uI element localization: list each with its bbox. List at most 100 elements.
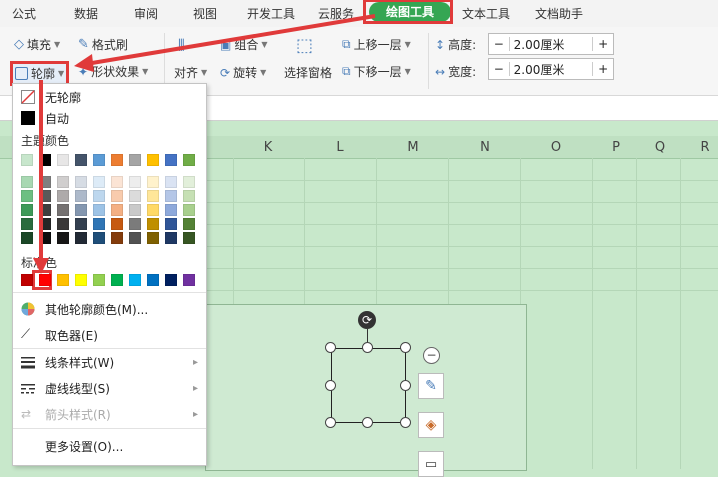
theme-shade-swatch[interactable]	[39, 190, 51, 202]
standard-color-swatch[interactable]	[183, 274, 195, 286]
resize-handle[interactable]	[362, 417, 373, 428]
resize-handle[interactable]	[400, 380, 411, 391]
theme-color-swatch[interactable]	[147, 154, 159, 166]
theme-shade-swatch[interactable]	[57, 176, 69, 188]
theme-color-swatch[interactable]	[111, 154, 123, 166]
theme-shade-swatch[interactable]	[93, 232, 105, 244]
column-header[interactable]: N	[455, 140, 515, 155]
column-header[interactable]: K	[238, 140, 298, 155]
theme-shade-swatch[interactable]	[75, 232, 87, 244]
theme-shade-swatch[interactable]	[183, 204, 195, 216]
theme-shade-swatch[interactable]	[57, 218, 69, 230]
standard-color-swatch[interactable]	[39, 274, 51, 286]
theme-shade-swatch[interactable]	[39, 176, 51, 188]
theme-shade-swatch[interactable]	[183, 232, 195, 244]
theme-shade-swatch[interactable]	[75, 176, 87, 188]
width-increment-button[interactable]: +	[592, 62, 613, 76]
theme-shade-swatch[interactable]	[93, 190, 105, 202]
menu-item-dash-style[interactable]: 虚线线型(S) ▸	[13, 377, 206, 399]
standard-color-swatch[interactable]	[75, 274, 87, 286]
theme-shade-swatch[interactable]	[183, 176, 195, 188]
group-button[interactable]: ▣ 组合 ▼	[220, 36, 268, 53]
theme-shade-swatch[interactable]	[21, 176, 33, 188]
theme-shade-swatch[interactable]	[165, 190, 177, 202]
theme-shade-swatch[interactable]	[147, 204, 159, 216]
height-input[interactable]: 2.00厘米	[510, 36, 593, 53]
theme-shade-swatch[interactable]	[75, 190, 87, 202]
tab-doc-helper[interactable]: 文档助手	[535, 5, 583, 22]
width-input[interactable]: 2.00厘米	[510, 61, 593, 78]
theme-shade-swatch[interactable]	[183, 190, 195, 202]
column-header[interactable]: R	[675, 140, 718, 155]
theme-shade-swatch[interactable]	[93, 204, 105, 216]
theme-shade-swatch[interactable]	[57, 190, 69, 202]
height-spinner[interactable]: − 2.00厘米 +	[488, 33, 614, 55]
theme-shade-swatch[interactable]	[183, 218, 195, 230]
theme-shade-swatch[interactable]	[129, 232, 141, 244]
theme-shade-swatch[interactable]	[147, 218, 159, 230]
theme-shade-swatch[interactable]	[129, 176, 141, 188]
theme-shade-swatch[interactable]	[165, 204, 177, 216]
selection-pane-icon[interactable]: ⬚	[296, 35, 313, 56]
tab-review[interactable]: 审阅	[134, 5, 158, 22]
standard-color-swatch[interactable]	[111, 274, 123, 286]
format-painter-button[interactable]: ✎ 格式刷	[78, 36, 128, 53]
theme-color-swatch[interactable]	[57, 154, 69, 166]
theme-color-swatch[interactable]	[129, 154, 141, 166]
theme-shade-swatch[interactable]	[111, 204, 123, 216]
standard-color-swatch[interactable]	[147, 274, 159, 286]
resize-handle[interactable]	[325, 342, 336, 353]
menu-item-more-settings[interactable]: 更多设置(O)...	[13, 435, 206, 457]
theme-shade-swatch[interactable]	[147, 176, 159, 188]
theme-shade-swatch[interactable]	[129, 218, 141, 230]
theme-shade-swatch[interactable]	[57, 232, 69, 244]
tab-data[interactable]: 数据	[74, 5, 98, 22]
theme-shade-swatch[interactable]	[111, 232, 123, 244]
theme-shade-swatch[interactable]	[111, 190, 123, 202]
tab-formula[interactable]: 公式	[12, 5, 36, 22]
theme-color-swatch[interactable]	[93, 154, 105, 166]
width-spinner[interactable]: − 2.00厘米 +	[488, 58, 614, 80]
column-header[interactable]: O	[526, 140, 586, 155]
theme-shade-swatch[interactable]	[93, 176, 105, 188]
outline-style-button[interactable]: ✎	[418, 373, 444, 399]
theme-shade-swatch[interactable]	[39, 204, 51, 216]
send-backward-button[interactable]: ⧉ 下移一层 ▼	[342, 63, 411, 80]
standard-color-swatch[interactable]	[21, 274, 33, 286]
height-decrement-button[interactable]: −	[489, 37, 510, 51]
column-header[interactable]: L	[310, 140, 370, 155]
resize-handle[interactable]	[325, 380, 336, 391]
tab-view[interactable]: 视图	[193, 5, 217, 22]
collapse-minus-icon[interactable]: −	[423, 347, 440, 364]
align-button[interactable]: 对齐 ▼	[174, 64, 207, 81]
theme-shade-swatch[interactable]	[111, 176, 123, 188]
theme-shade-swatch[interactable]	[165, 176, 177, 188]
fill-style-button[interactable]: ◈	[418, 412, 444, 438]
resize-handle[interactable]	[325, 417, 336, 428]
tab-text-tools[interactable]: 文本工具	[462, 5, 510, 22]
bring-forward-button[interactable]: ⧉ 上移一层 ▼	[342, 36, 411, 53]
theme-shade-swatch[interactable]	[21, 204, 33, 216]
layout-button[interactable]: ▭	[418, 451, 444, 477]
shape-canvas[interactable]: ⟳ − ✎ ◈ ▭	[205, 304, 527, 477]
tab-cloud[interactable]: 云服务	[318, 5, 354, 22]
align-icon[interactable]: ⫴	[178, 36, 185, 56]
theme-shade-swatch[interactable]	[129, 190, 141, 202]
theme-shade-swatch[interactable]	[165, 232, 177, 244]
theme-shade-swatch[interactable]	[21, 190, 33, 202]
menu-item-eyedropper[interactable]: ⟋ 取色器(E)	[13, 324, 206, 346]
resize-handle[interactable]	[400, 342, 411, 353]
theme-shade-swatch[interactable]	[39, 218, 51, 230]
menu-item-more-colors[interactable]: 其他轮廓颜色(M)...	[13, 298, 206, 320]
theme-shade-swatch[interactable]	[165, 218, 177, 230]
selection-pane-button[interactable]: 选择窗格	[284, 64, 332, 81]
tab-developer[interactable]: 开发工具	[247, 5, 295, 22]
theme-shade-swatch[interactable]	[129, 204, 141, 216]
theme-shade-swatch[interactable]	[21, 218, 33, 230]
column-header[interactable]: M	[383, 140, 443, 155]
theme-shade-swatch[interactable]	[147, 232, 159, 244]
resize-handle[interactable]	[362, 342, 373, 353]
height-increment-button[interactable]: +	[592, 37, 613, 51]
theme-shade-swatch[interactable]	[147, 190, 159, 202]
menu-item-no-outline[interactable]: 无轮廓	[13, 86, 206, 108]
